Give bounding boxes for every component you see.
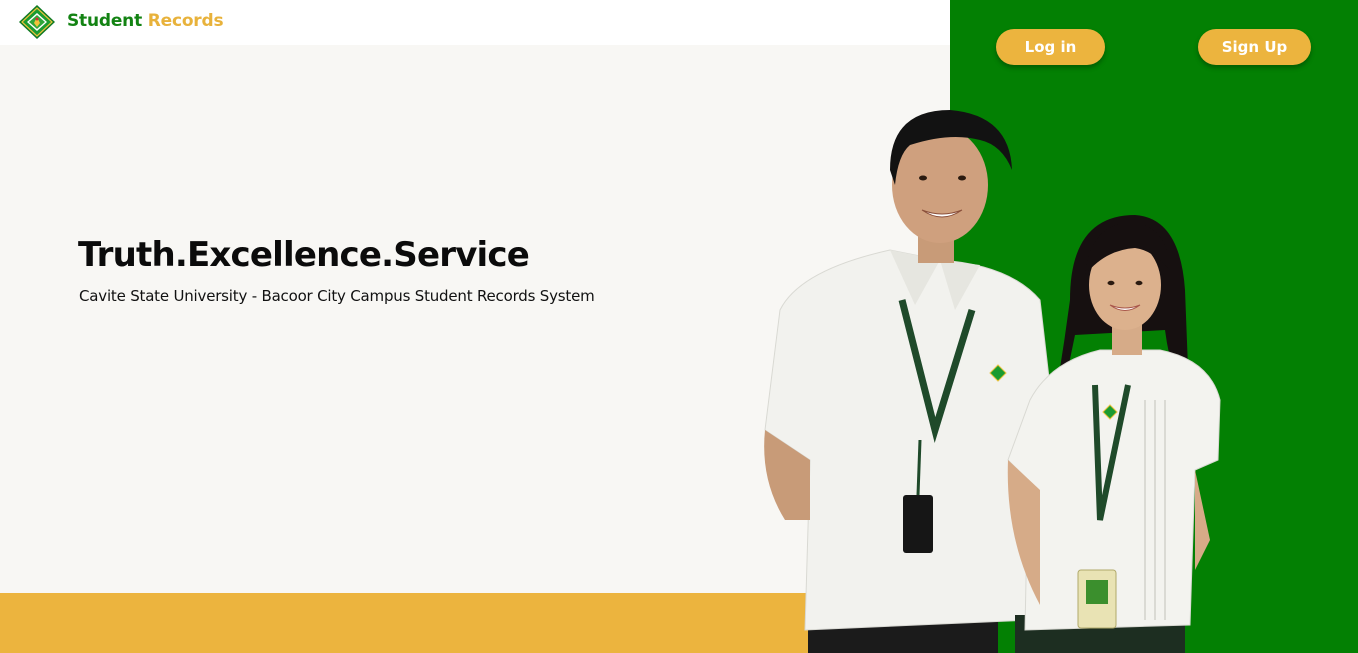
top-header: Student Records [0, 0, 950, 45]
signup-button[interactable]: Sign Up [1198, 29, 1311, 65]
landing-page: Student Records Log in Sign Up Truth.Exc… [0, 0, 1358, 653]
brand-secondary-text: Records [147, 11, 224, 31]
male-student-figure [764, 110, 1056, 653]
female-student-figure [1007, 215, 1221, 653]
students-photo [764, 110, 1221, 653]
brand-name[interactable]: Student Records [67, 11, 224, 31]
university-seal-icon[interactable] [18, 4, 56, 40]
hero-title: Truth.Excellence.Service [78, 235, 530, 275]
brand-primary-text: Student [67, 11, 143, 31]
hero-subtitle: Cavite State University - Bacoor City Ca… [79, 287, 595, 305]
login-button[interactable]: Log in [996, 29, 1105, 65]
